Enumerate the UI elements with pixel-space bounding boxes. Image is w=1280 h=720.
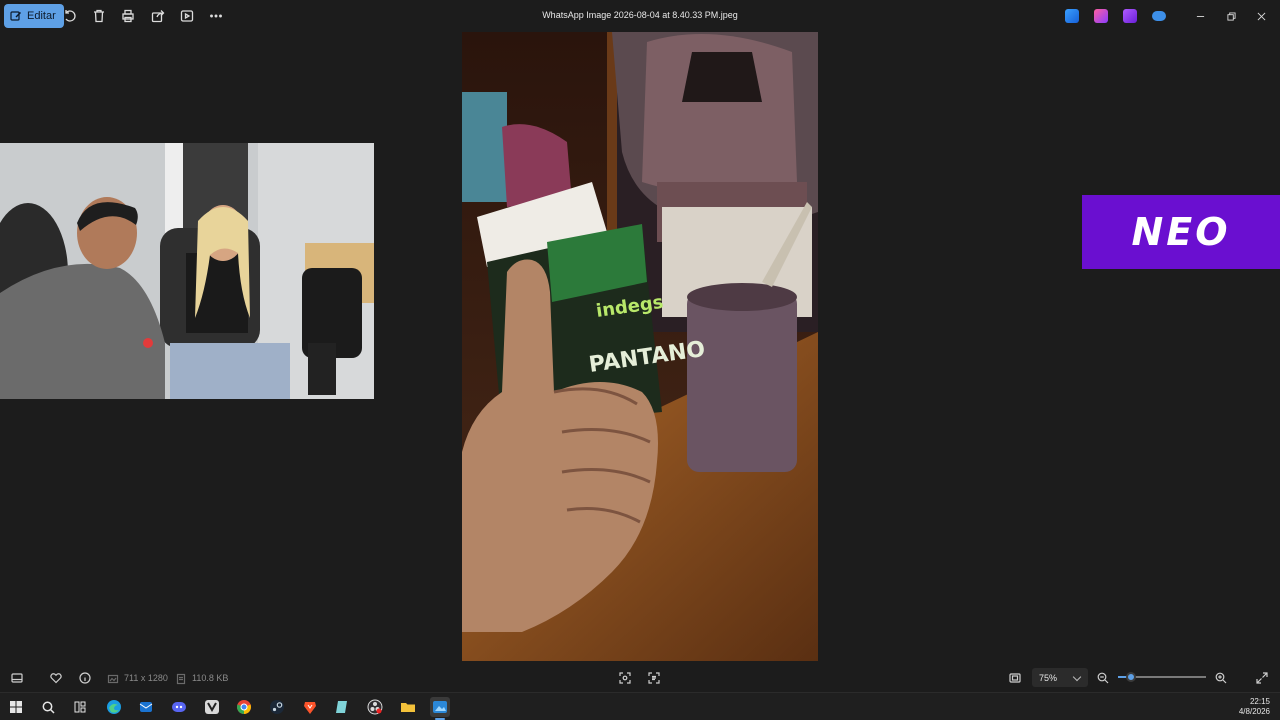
taskbar-obs[interactable] [365, 697, 385, 717]
print-button[interactable] [120, 8, 136, 24]
dimensions-icon [106, 672, 120, 686]
heart-icon [50, 673, 62, 684]
outlook-icon [139, 702, 153, 712]
taskbar-photos[interactable] [430, 697, 450, 720]
shield-app-icon [205, 700, 219, 714]
steam-icon [270, 700, 284, 714]
clock-date: 4/8/2026 [1238, 707, 1270, 716]
info-icon [79, 672, 91, 684]
system-clock[interactable]: 22:15 4/8/2026 [1239, 697, 1270, 717]
close-button[interactable] [1253, 8, 1269, 24]
search-icon [42, 701, 55, 714]
taskbar-app-shield[interactable] [202, 697, 222, 717]
share-button[interactable] [150, 8, 166, 24]
clipchamp-icon[interactable] [1094, 9, 1108, 23]
taskbar-brave[interactable] [300, 697, 320, 717]
taskbar-chrome[interactable] [234, 697, 254, 717]
taskbar-notes[interactable] [332, 697, 352, 717]
edit-image-icon [10, 11, 21, 21]
start-button[interactable] [6, 697, 26, 717]
photos-editor-icon[interactable] [1065, 9, 1079, 23]
webcam-scene [0, 143, 374, 399]
more-icon [210, 14, 222, 18]
taskbar-outlook[interactable] [136, 697, 156, 717]
search-button[interactable] [38, 697, 58, 717]
slideshow-button[interactable] [179, 8, 195, 24]
taskbar: 22:15 4/8/2026 [0, 692, 1280, 720]
zoom-out-icon [1097, 672, 1109, 684]
clock-time: 22:15 [1249, 697, 1270, 706]
visual-search-button[interactable] [618, 671, 632, 685]
zoom-out-button[interactable] [1096, 671, 1110, 685]
neo-banner-text: NEO [1131, 210, 1231, 254]
zoom-in-button[interactable] [1214, 671, 1228, 685]
edge-icon [107, 700, 121, 714]
share-icon [151, 10, 165, 23]
photo-content: indegs PANTANO [462, 32, 818, 661]
favorite-button[interactable] [49, 671, 63, 685]
photos-app-window: Editar WhatsApp Image 2026-08-04 at 8.40… [0, 0, 1280, 720]
image-dimensions: 711 x 1280 [124, 673, 168, 683]
visual-search-icon [619, 672, 631, 684]
edit-button-label: Editar [27, 10, 56, 22]
windows-logo-icon [10, 701, 22, 713]
rotate-button[interactable] [62, 8, 78, 24]
fit-window-icon [1009, 673, 1021, 683]
task-view-button[interactable] [70, 697, 90, 717]
minimize-icon [1196, 15, 1204, 17]
fit-to-window-button[interactable] [1008, 671, 1022, 685]
photos-icon [433, 701, 447, 713]
zoom-in-icon [1215, 672, 1227, 684]
printer-icon [122, 9, 134, 23]
edit-button[interactable]: Editar [4, 4, 64, 28]
main-photo: indegs PANTANO [462, 32, 818, 661]
more-options-button[interactable] [208, 8, 224, 24]
task-view-icon [74, 701, 86, 713]
expand-icon [1256, 672, 1268, 684]
file-size: 110.8 KB [192, 673, 229, 683]
restore-icon [1226, 11, 1236, 21]
chrome-icon [237, 700, 251, 714]
trash-icon [94, 9, 104, 23]
zoom-level-value: 75% [1039, 672, 1058, 683]
top-toolbar: Editar WhatsApp Image 2026-08-04 at 8.40… [0, 0, 1280, 32]
delete-button[interactable] [91, 8, 107, 24]
obs-icon [367, 699, 383, 715]
taskbar-file-explorer[interactable] [398, 697, 418, 717]
filmstrip-button[interactable] [10, 671, 24, 685]
webcam-overlay [0, 143, 374, 399]
slideshow-icon [180, 10, 194, 22]
discord-icon [172, 702, 186, 712]
status-bar: 711 x 1280 110.8 KB [0, 664, 1280, 692]
taskbar-discord[interactable] [169, 697, 189, 717]
brave-icon [304, 702, 316, 714]
folder-icon [401, 703, 415, 712]
taskbar-steam[interactable] [267, 697, 287, 717]
fullscreen-button[interactable] [1255, 671, 1269, 685]
video-editor-icon[interactable] [1123, 9, 1137, 23]
scan-text-icon [648, 672, 660, 684]
rotate-icon [65, 10, 76, 22]
ocr-button[interactable] [647, 671, 661, 685]
onedrive-icon[interactable] [1152, 11, 1166, 21]
notes-icon [336, 701, 347, 713]
close-icon [1257, 12, 1265, 20]
chevron-down-icon [1072, 672, 1082, 682]
zoom-slider[interactable] [1118, 672, 1206, 682]
neo-banner: NEO [1082, 195, 1280, 269]
restore-button[interactable] [1223, 8, 1239, 24]
minimize-button[interactable] [1192, 8, 1208, 24]
zoom-level-dropdown[interactable]: 75% [1032, 668, 1088, 687]
info-button[interactable] [78, 671, 92, 685]
filmstrip-icon [11, 673, 23, 683]
file-size-icon [174, 672, 188, 686]
taskbar-edge[interactable] [104, 697, 124, 717]
